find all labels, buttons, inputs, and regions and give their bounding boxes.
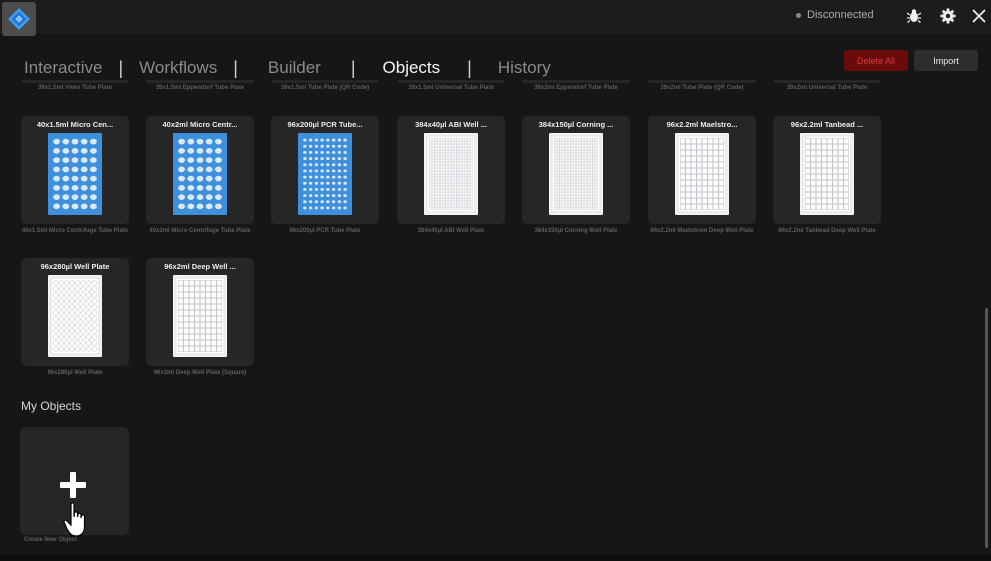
object-card-caption: 96x2.2ml Tanbead Deep Well Plate xyxy=(778,228,876,234)
object-card-title: 40x2ml Micro Centr... xyxy=(162,120,238,129)
object-card-caption: 39x2ml Universal Tube Plate xyxy=(786,85,868,91)
plus-icon xyxy=(60,472,86,498)
tab-separator: | xyxy=(233,57,238,78)
create-new-object-caption: Create New Object xyxy=(24,537,78,543)
object-card[interactable]: 96x2.2ml Tanbead ... 96x2.2ml Tanbead Dee… xyxy=(773,116,881,234)
close-icon[interactable] xyxy=(969,6,989,26)
object-card[interactable] xyxy=(397,80,505,83)
object-card-caption: 39x1.5ml Universal Tube Plate xyxy=(408,85,494,91)
object-card-title: 96x2ml Deep Well ... xyxy=(164,262,236,271)
tab-objects[interactable]: Objects xyxy=(383,58,441,78)
gear-icon[interactable] xyxy=(938,6,958,26)
object-card-caption: 96x2.2ml Maelstrom Deep Well Plate xyxy=(650,228,754,234)
status-dot-icon xyxy=(796,12,801,18)
object-card-caption: 39x1.5ml Tube Plate (QR Code) xyxy=(280,85,370,91)
object-card[interactable] xyxy=(21,80,129,83)
object-card[interactable] xyxy=(773,80,881,83)
object-card[interactable]: 96x2.2ml Maelstro... 96x2.2ml Maelstrom D… xyxy=(648,116,756,234)
object-card-title: 96x280µl Well Plate xyxy=(40,262,110,271)
tab-workflows[interactable]: Workflows xyxy=(139,58,217,78)
object-card-title: 40x1.5ml Micro Cen... xyxy=(36,120,114,129)
tab-separator: | xyxy=(467,57,472,78)
plate-image xyxy=(48,133,102,215)
object-card[interactable] xyxy=(271,80,379,83)
object-card[interactable]: 96x280µl Well Plate 96x280µl Well Plate xyxy=(21,258,129,376)
tab-separator: | xyxy=(350,57,356,78)
connection-status-text: Disconnected xyxy=(807,9,874,21)
object-card-caption: 96x280µl Well Plate xyxy=(47,370,103,376)
plate-image xyxy=(549,133,603,215)
object-card-caption: 39x1.5ml Vwex Tube Plate xyxy=(38,85,112,91)
object-card[interactable]: 96x2ml Deep Well ... 96x2ml Deep Well Pla… xyxy=(146,258,254,376)
hand-pointer-icon xyxy=(63,502,86,537)
object-card[interactable] xyxy=(522,80,630,83)
tab-separator: | xyxy=(118,57,124,78)
tab-builder[interactable]: Builder xyxy=(268,58,321,78)
object-card-title: 96x2.2ml Tanbead ... xyxy=(790,120,864,129)
object-card-title: 96x200µl PCR Tube... xyxy=(287,120,363,129)
object-card-caption: 39x1.5ml Eppendorf Tube Plate xyxy=(155,85,245,91)
connection-status: Disconnected xyxy=(796,9,874,21)
import-button[interactable]: Import xyxy=(914,50,978,71)
bug-icon[interactable] xyxy=(904,6,924,26)
plate-image xyxy=(800,133,854,215)
plate-image xyxy=(675,133,729,215)
plate-image xyxy=(173,133,227,215)
object-card[interactable]: 384x150µl Corning ... 384x150µl Corning W… xyxy=(522,116,630,234)
create-new-object-button[interactable] xyxy=(20,427,129,537)
tab-interactive[interactable]: Interactive xyxy=(24,58,102,78)
plate-image xyxy=(424,133,478,215)
object-card-title: 96x2.2ml Maelstro... xyxy=(666,120,738,129)
object-card-title: 384x150µl Corning ... xyxy=(538,120,614,129)
top-bar: Disconnected xyxy=(0,0,991,36)
object-card-caption: 40x1.5ml Micro Centrifuge Tube Plate xyxy=(21,228,129,234)
previous-row: 39x1.5ml Vwex Tube Plate 39x1.5ml Eppendo… xyxy=(0,80,991,96)
delete-all-button[interactable]: Delete All xyxy=(844,50,908,71)
tab-history[interactable]: History xyxy=(498,58,551,78)
app-logo-icon[interactable] xyxy=(2,2,36,36)
main-tabs: Interactive | Workflows | Builder | Obje… xyxy=(24,56,551,80)
object-card-caption: 40x2ml Micro Centrifuge Tube Plate xyxy=(149,228,251,234)
object-card[interactable]: 96x200µl PCR Tube... 96x200µl PCR Tube Pl… xyxy=(271,116,379,234)
object-card-caption: 96x200µl PCR Tube Plate xyxy=(289,228,361,234)
object-card-caption: 39x2ml Eppendorf Tube Plate xyxy=(534,85,618,91)
object-card[interactable] xyxy=(648,80,756,83)
object-card-caption: 384x150µl Corning Well Plate xyxy=(534,228,618,234)
object-card-caption: 96x2ml Deep Well Plate (Square) xyxy=(153,370,247,376)
object-card-caption: 39x2ml Tube Plate (QR Code) xyxy=(660,85,744,91)
plate-image xyxy=(298,133,352,215)
object-card[interactable]: 40x1.5ml Micro Cen... 40x1.5ml Micro Cent… xyxy=(21,116,129,234)
bottom-edge xyxy=(0,555,991,561)
object-card[interactable] xyxy=(146,80,254,83)
my-objects-title: My Objects xyxy=(21,399,82,413)
object-card[interactable]: 40x2ml Micro Centr... 40x2ml Micro Centri… xyxy=(146,116,254,234)
object-card[interactable]: 384x40µl ABI Well ... 384x40µl ABI Well P… xyxy=(397,116,505,234)
object-card-caption: 384x40µl ABI Well Plate xyxy=(417,228,485,234)
vertical-scrollbar[interactable] xyxy=(985,308,988,548)
plate-image xyxy=(173,275,227,357)
plate-image xyxy=(48,275,102,357)
object-card-title: 384x40µl ABI Well ... xyxy=(415,120,487,129)
